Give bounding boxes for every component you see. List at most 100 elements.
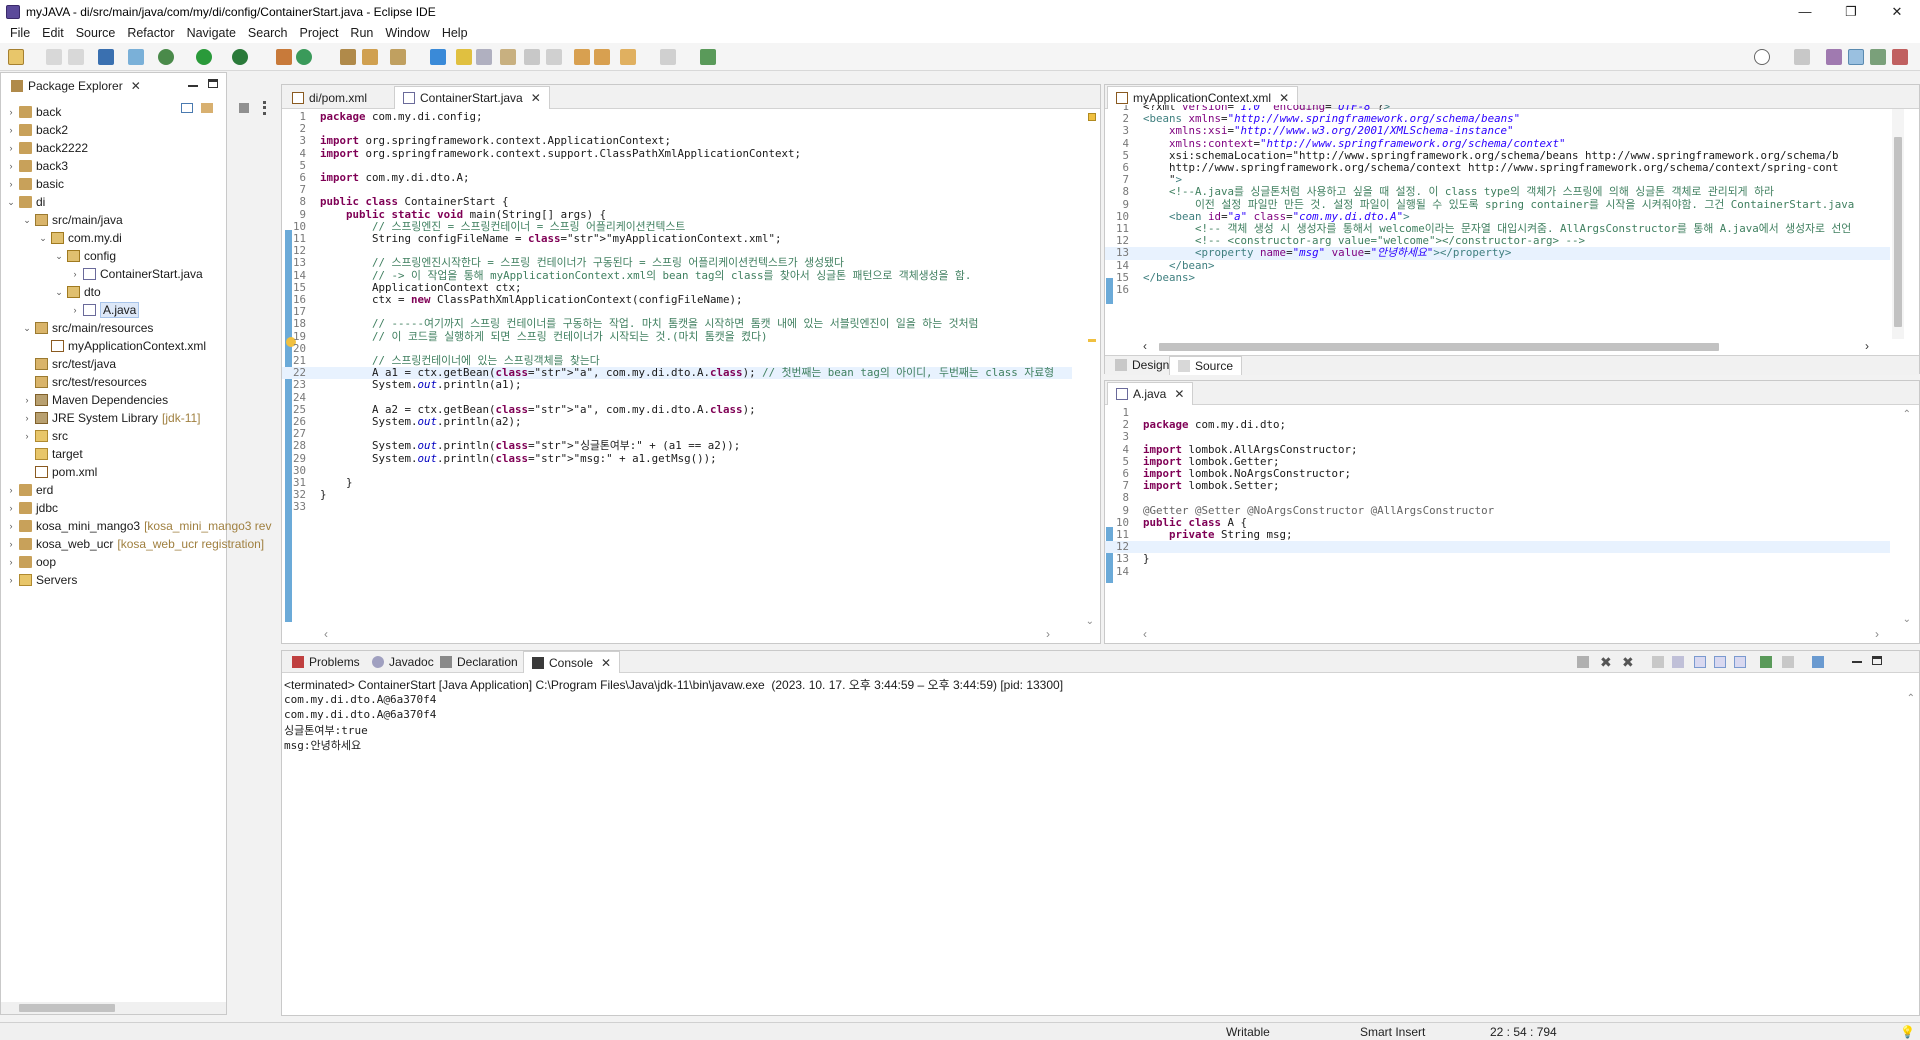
code-line[interactable]: 29 System.out.println(class="str">"msg:"… <box>282 452 1072 465</box>
tree-item-pom-xml[interactable]: pom.xml <box>21 463 97 481</box>
code-line[interactable]: 4 import lombok.AllArgsConstructor; <box>1105 443 1890 456</box>
mark-occurrences-icon[interactable] <box>456 49 472 65</box>
minimize-view-icon[interactable] <box>1852 661 1862 663</box>
link-editor-icon[interactable] <box>201 103 213 113</box>
run-config-icon[interactable] <box>232 49 248 65</box>
tree-item-src[interactable]: › src <box>21 427 69 445</box>
tree-item-di[interactable]: ⌄ di <box>5 193 45 211</box>
tree-item-src-test-java[interactable]: src/test/java <box>21 355 116 373</box>
close-icon[interactable]: ✕ <box>1279 91 1289 105</box>
console-output[interactable]: com.my.di.dto.A@6a370f4 com.my.di.dto.A@6… <box>284 693 436 752</box>
chevron-right-icon[interactable]: › <box>5 521 17 531</box>
scroll-left-icon[interactable]: ‹ <box>324 627 328 641</box>
xml-code[interactable]: 1 <?xml version="1.0" encoding="UTF-8"?> 2… <box>1105 105 1890 335</box>
code-line[interactable]: 3 <box>1105 431 1890 443</box>
toggle-whitespace-icon[interactable] <box>500 49 516 65</box>
xml-vertical-scrollbar[interactable] <box>1892 109 1904 339</box>
terminal-icon[interactable] <box>98 49 114 65</box>
chevron-down-icon[interactable]: ⌄ <box>5 197 17 208</box>
back-icon[interactable] <box>620 49 636 65</box>
code-line[interactable]: 12 <box>1105 540 1890 554</box>
tab-a-java[interactable]: A.java ✕ <box>1107 382 1194 405</box>
code-line[interactable]: 14 // -> 이 작업을 통해 myApplicationContext.x… <box>282 269 1072 282</box>
scroll-right-icon[interactable]: › <box>1046 627 1050 641</box>
editor-horizontal-scrollbar[interactable]: ‹ › <box>322 627 1052 641</box>
tree-item-a-java[interactable]: › A.java <box>69 301 140 319</box>
open-console-icon[interactable] <box>1812 656 1824 668</box>
search-tool-icon[interactable] <box>390 49 406 65</box>
code-line[interactable]: 4 import org.springframework.context.supp… <box>282 147 1072 160</box>
next-annotation-icon[interactable] <box>594 49 610 65</box>
tree-item-basic[interactable]: › basic <box>5 175 65 193</box>
git-perspective-icon[interactable] <box>1892 49 1908 65</box>
java-perspective-icon[interactable] <box>1848 49 1864 65</box>
chevron-right-icon[interactable]: › <box>21 395 33 405</box>
tree-item-dto[interactable]: ⌄ dto <box>53 283 100 301</box>
chevron-right-icon[interactable]: › <box>5 485 17 495</box>
chevron-down-icon[interactable]: ⌄ <box>21 323 33 334</box>
remove-all-icon[interactable]: ✖ <box>1622 654 1634 671</box>
tab-javadoc[interactable]: Javadoc <box>364 651 442 672</box>
minimize-view-icon[interactable] <box>188 85 198 87</box>
code-line[interactable]: 14 <box>1105 565 1890 578</box>
code-line[interactable]: 2 package com.my.di.dto; <box>1105 418 1890 431</box>
code-line[interactable]: 7 import lombok.Setter; <box>1105 479 1890 492</box>
server-icon[interactable] <box>276 49 292 65</box>
view-menu-icon[interactable] <box>263 101 266 115</box>
annotation-icon[interactable] <box>430 49 446 65</box>
code-line[interactable]: 9 @Getter @Setter @NoArgsConstructor @All… <box>1105 504 1890 517</box>
tree-item-kosa-mini-mango3[interactable]: › kosa_mini_mango3 [kosa_mini_mango3 rev <box>5 517 272 535</box>
chevron-down-icon[interactable]: ⌄ <box>21 215 33 226</box>
code-line[interactable]: 32} <box>282 488 1072 501</box>
collapse-all-icon[interactable] <box>181 103 193 113</box>
scroll-left-icon[interactable]: ‹ <box>1143 627 1147 641</box>
menu-window[interactable]: Window <box>379 26 435 40</box>
chevron-right-icon[interactable]: › <box>5 539 17 549</box>
chevron-right-icon[interactable]: › <box>5 161 17 171</box>
code-line[interactable]: 3 import org.springframework.context.Appl… <box>282 135 1072 147</box>
code-line[interactable]: 13 <property name="msg" value="안녕하세요"></… <box>1105 247 1890 260</box>
code-line[interactable]: 16 <box>1105 283 1890 296</box>
menu-search[interactable]: Search <box>242 26 294 40</box>
chevron-down-icon[interactable]: ⌄ <box>53 287 65 298</box>
tree-item-kosa-web-ucr[interactable]: › kosa_web_ucr [kosa_web_ucr registration] <box>5 535 265 553</box>
save-icon[interactable] <box>46 49 62 65</box>
chevron-right-icon[interactable]: › <box>5 143 17 153</box>
word-wrap-icon[interactable] <box>1694 656 1706 668</box>
scroll-up-icon[interactable]: ⌃ <box>1903 409 1911 420</box>
tree-item-src-main-resources[interactable]: ⌄ src/main/resources <box>21 319 153 337</box>
chevron-right-icon[interactable]: › <box>5 557 17 567</box>
menu-project[interactable]: Project <box>294 26 345 40</box>
tree-item-oop[interactable]: › oop <box>5 553 57 571</box>
code-line[interactable]: 24 <box>282 391 1072 404</box>
code-line[interactable]: 11 private String msg; <box>1105 528 1890 541</box>
chevron-right-icon[interactable]: › <box>5 107 17 117</box>
tree-item-back2222[interactable]: › back2222 <box>5 139 89 157</box>
close-icon[interactable]: ✕ <box>131 79 141 93</box>
tab-problems[interactable]: Problems <box>284 651 368 672</box>
show-whitespace-icon[interactable] <box>524 49 540 65</box>
tree-item-back3[interactable]: › back3 <box>5 157 69 175</box>
tree-item-src-main-java[interactable]: ⌄ src/main/java <box>21 211 122 229</box>
remove-launch-icon[interactable]: ✖ <box>1600 654 1612 671</box>
code-line[interactable]: 1 package com.my.di.config; <box>282 110 1072 123</box>
block-selection-icon[interactable] <box>476 49 492 65</box>
debug-icon[interactable] <box>158 49 174 65</box>
scroll-lock-icon[interactable] <box>1672 656 1684 668</box>
scroll-down-icon[interactable]: ⌄ <box>1903 614 1911 625</box>
menu-edit[interactable]: Edit <box>36 26 70 40</box>
chevron-right-icon[interactable]: › <box>69 269 81 279</box>
chevron-right-icon[interactable]: › <box>21 431 33 441</box>
xml-horizontal-scrollbar[interactable]: ‹ › <box>1141 339 1871 353</box>
tree-item-maven-dependencies[interactable]: › Maven Dependencies <box>21 391 169 409</box>
show-on-stderr-icon[interactable] <box>1734 656 1746 668</box>
maximize-button[interactable]: ❐ <box>1828 0 1874 23</box>
chevron-right-icon[interactable]: › <box>21 413 33 423</box>
new-java-project-icon[interactable] <box>296 49 312 65</box>
a-java-code[interactable]: 1 2 package com.my.di.dto; 3 4 import lombok.… <box>1105 406 1890 607</box>
save-all-icon[interactable] <box>68 49 84 65</box>
run-icon[interactable] <box>196 49 212 65</box>
menu-help[interactable]: Help <box>436 26 474 40</box>
tab-declaration[interactable]: Declaration <box>432 651 526 672</box>
code-line[interactable]: 19 // 이 코드를 실행하게 되면 스프링 컨테이너가 시작되는 것.(마치… <box>282 330 1072 343</box>
